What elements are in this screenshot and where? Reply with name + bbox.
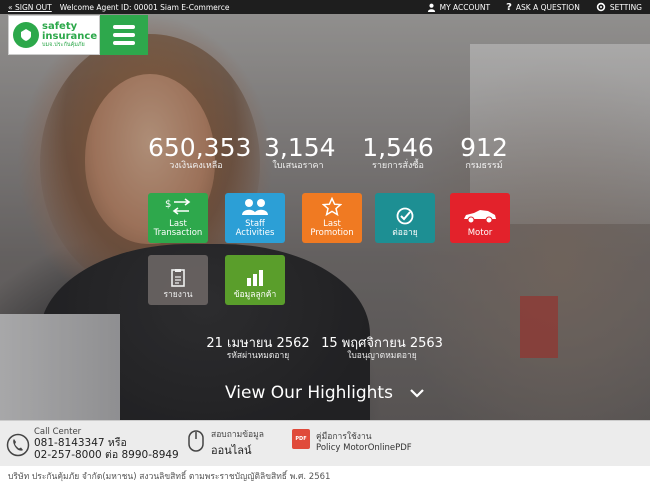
stat-label: รายการสั่งซื้อ <box>372 161 424 171</box>
question-icon: ? <box>506 1 512 13</box>
tile-label: รายงาน <box>163 290 193 300</box>
password-expiry-date: 21 เมษายน 2562 <box>206 336 310 351</box>
view-highlights-label: View Our Highlights <box>225 383 393 403</box>
user-manual-link[interactable]: PDF คู่มือการใช้งาน Policy MotorOnlinePD… <box>292 429 412 453</box>
tile-label: Last Promotion <box>310 219 354 238</box>
tile-label: ต่ออายุ <box>392 228 418 238</box>
user-manual-line1: คู่มือการใช้งาน <box>316 432 372 442</box>
copyright-text: บริษัท ประกันคุ้มภัย จำกัด(มหาชน) สงวนลิ… <box>8 472 331 482</box>
tile-label: Staff Activities <box>235 219 275 238</box>
license-expiry: 15 พฤศจิกายน 2563 ใบอนุญาตหมดอายุ <box>320 336 444 361</box>
password-expiry: 21 เมษายน 2562 รหัสผ่านหมดอายุ <box>205 336 311 361</box>
my-account-label: MY ACCOUNT <box>439 2 491 12</box>
tile-label: ข้อมูลลูกค้า <box>233 290 277 300</box>
logo-text-insurance: insurance <box>42 30 98 42</box>
stat-label: ใบเสนอราคา <box>272 161 324 171</box>
stat-policies: 912 กรมธรรม์ <box>456 133 512 172</box>
star-icon <box>322 196 342 218</box>
sign-out-link[interactable]: « SIGN OUT <box>8 3 52 12</box>
stat-number: 912 <box>460 133 508 162</box>
last-transaction-tile[interactable]: $ Last Transaction <box>148 193 208 243</box>
stat-number: 3,154 <box>264 133 336 162</box>
staff-icon <box>240 196 270 218</box>
call-center-phone-2[interactable]: 02-257-8000 ต่อ 8990-8949 <box>34 449 179 461</box>
renew-icon <box>395 205 415 227</box>
ask-question-link[interactable]: ? ASK A QUESTION <box>506 2 580 13</box>
welcome-text: Welcome Agent ID: 00001 Siam E-Commerce <box>59 2 230 12</box>
mouse-icon <box>188 430 204 452</box>
report-icon <box>169 267 187 289</box>
license-expiry-date: 15 พฤศจิกายน 2563 <box>321 336 443 351</box>
top-bar: « SIGN OUT Welcome Agent ID: 00001 Siam … <box>0 0 650 14</box>
ask-question-label: ASK A QUESTION <box>515 2 580 12</box>
my-account-link[interactable]: MY ACCOUNT <box>427 2 491 12</box>
call-center-phone-1[interactable]: 081-8143347 หรือ <box>34 437 179 449</box>
call-center: Call Center 081-8143347 หรือ 02-257-8000… <box>6 427 179 461</box>
setting-link[interactable]: SETTING <box>596 2 642 12</box>
stat-orders: 1,546 รายการสั่งซื้อ <box>362 133 434 172</box>
stat-number: 650,353 <box>148 133 252 162</box>
setting-label: SETTING <box>609 2 642 12</box>
user-icon <box>427 3 435 12</box>
hamburger-menu-button[interactable] <box>100 15 148 55</box>
user-manual-line2: Policy MotorOnlinePDF <box>316 443 412 453</box>
customer-info-tile[interactable]: ข้อมูลลูกค้า <box>225 255 285 305</box>
license-expiry-label: ใบอนุญาตหมดอายุ <box>347 351 417 361</box>
gear-icon <box>596 2 606 12</box>
tile-label: Last Transaction <box>153 219 203 238</box>
contact-footer: Call Center 081-8143347 หรือ 02-257-8000… <box>0 420 650 466</box>
stat-label: วงเงินคงเหลือ <box>169 161 223 171</box>
online-inquiry-line1: สอบถามข้อมูล <box>211 430 264 440</box>
online-inquiry-line2: ออนไลน์ <box>211 444 252 457</box>
stat-number: 1,546 <box>362 133 434 162</box>
motor-tile[interactable]: Motor <box>450 193 510 243</box>
staff-activities-tile[interactable]: Staff Activities <box>225 193 285 243</box>
view-highlights-button[interactable]: View Our Highlights <box>0 383 650 403</box>
phone-icon <box>6 433 30 457</box>
top-bar-actions: MY ACCOUNT ? ASK A QUESTION SETTING <box>427 2 642 13</box>
svg-text:$: $ <box>165 199 171 210</box>
online-inquiry-link[interactable]: สอบถามข้อมูล ออนไลน์ <box>186 427 264 459</box>
tile-label: Motor <box>467 228 493 238</box>
chart-icon <box>245 267 265 289</box>
car-icon <box>462 205 498 227</box>
logo-text-thai: บมจ.ประกันคุ้มภัย <box>42 41 85 48</box>
logo-mark-icon <box>13 22 39 48</box>
logo[interactable]: safety insurance บมจ.ประกันคุ้มภัย <box>8 15 100 55</box>
last-promotion-tile[interactable]: Last Promotion <box>302 193 362 243</box>
chevron-down-icon <box>410 389 424 398</box>
renew-tile[interactable]: ต่ออายุ <box>375 193 435 243</box>
stat-label: กรมธรรม์ <box>465 161 503 171</box>
stat-credit-balance: 650,353 วงเงินคงเหลือ <box>148 133 252 172</box>
report-tile[interactable]: รายงาน <box>148 255 208 305</box>
transfer-icon: $ <box>165 196 191 218</box>
call-center-label: Call Center <box>34 427 82 437</box>
pdf-icon: PDF <box>292 429 310 449</box>
stat-quotations: 3,154 ใบเสนอราคา <box>264 133 336 172</box>
password-expiry-label: รหัสผ่านหมดอายุ <box>226 351 290 361</box>
